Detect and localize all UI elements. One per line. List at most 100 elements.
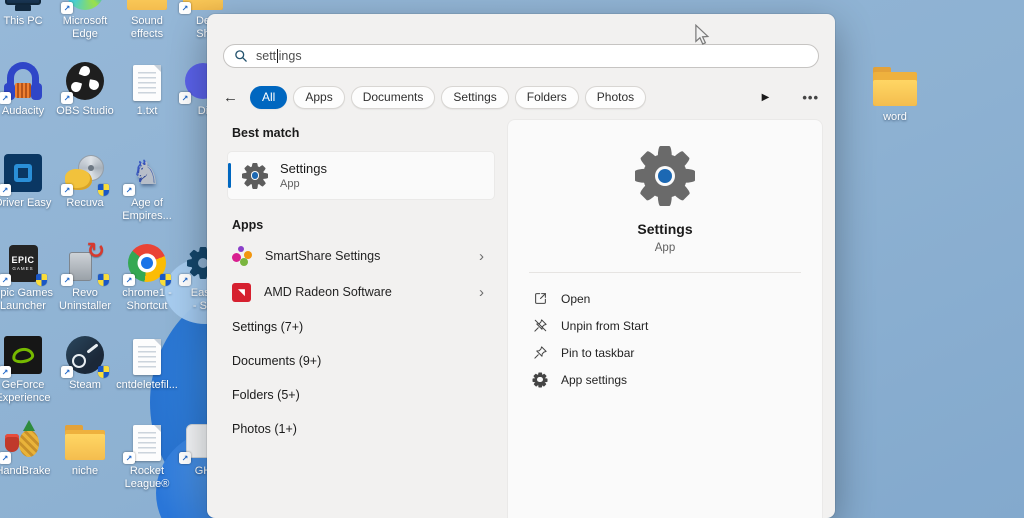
tab-settings[interactable]: Settings — [441, 85, 509, 109]
shortcut-arrow-icon: ↗ — [61, 2, 73, 14]
chevron-right-icon: › — [479, 247, 484, 265]
category-settings[interactable]: Settings (7+) — [228, 310, 494, 344]
more-options-icon[interactable]: ••• — [802, 90, 819, 105]
tab-photos[interactable]: Photos — [584, 85, 647, 109]
desktop-icon-handbrake[interactable]: ↗ HandBrake — [0, 420, 54, 478]
desktop-icon-label: Steam — [69, 379, 101, 391]
shortcut-arrow-icon: ↗ — [123, 184, 135, 196]
best-match-header: Best match — [232, 126, 300, 140]
desktop-icon-label: Recuva — [66, 197, 104, 209]
settings-gear-icon — [242, 162, 268, 189]
desktop-icon-recuva[interactable]: ↗ Recuva — [54, 152, 116, 210]
tab-apps[interactable]: Apps — [293, 85, 345, 109]
desktop-icon-niche[interactable]: niche — [54, 420, 116, 478]
result-amd-radeon[interactable]: ◥ AMD Radeon Software › — [228, 274, 494, 310]
shortcut-arrow-icon: ↗ — [61, 184, 73, 196]
action-app-settings[interactable]: App settings — [532, 366, 798, 393]
desktop-icon-word[interactable]: word — [864, 62, 926, 124]
unpin-icon — [532, 318, 548, 334]
age-of-empires-icon: ♞ — [133, 155, 161, 191]
desktop-icon-label: Age of Empires... — [122, 197, 172, 222]
start-search-window: sett ings ← All Apps Documents Settings F… — [207, 14, 835, 518]
pin-icon — [532, 345, 548, 361]
tab-all[interactable]: All — [250, 85, 288, 109]
desktop-icon-audacity[interactable]: ↗ Audacity — [0, 60, 54, 118]
search-results-panel: Best match Settings App Apps SmartShare … — [228, 126, 494, 446]
desktop-icon-driver-easy[interactable]: ↗ Driver Easy — [0, 152, 54, 210]
selection-accent-bar — [228, 163, 231, 188]
shortcut-arrow-icon: ↗ — [0, 184, 11, 196]
preview-subtitle: App — [654, 242, 676, 254]
shortcut-arrow-icon: ↗ — [0, 366, 11, 378]
desktop-icon-epic-games[interactable]: ↗ EPIC GAMES Epic Games Launcher — [0, 242, 54, 313]
expand-filters-icon[interactable]: ▶ — [762, 92, 770, 103]
desktop-icon-label: chrome1 - Shortcut — [122, 287, 172, 312]
action-pin-to-taskbar[interactable]: Pin to taskbar — [532, 339, 798, 366]
category-photos[interactable]: Photos (1+) — [228, 412, 494, 446]
settings-gear-icon-large — [635, 146, 695, 206]
desktop-icon-label: Epic Games Launcher — [0, 287, 53, 312]
text-document-icon — [133, 64, 161, 101]
desktop-icon-label: word — [883, 111, 907, 123]
shortcut-arrow-icon: ↗ — [61, 366, 73, 378]
uac-shield-icon — [98, 274, 109, 286]
shortcut-arrow-icon: ↗ — [61, 92, 73, 104]
best-match-title: Settings — [280, 161, 327, 176]
desktop-icon-label: GeForce Experience — [0, 379, 51, 404]
folder-icon — [873, 67, 917, 106]
back-arrow-icon[interactable]: ← — [223, 90, 238, 105]
uac-shield-icon — [98, 366, 109, 378]
desktop-icon-revo[interactable]: ↗ ↻ Revo Uninstaller — [54, 238, 116, 313]
document-icon — [133, 424, 161, 461]
desktop-icon-rocket-league[interactable]: ↗ Rocket League® — [116, 420, 178, 491]
shortcut-arrow-icon: ↗ — [0, 274, 11, 286]
desktop-icon-1txt[interactable]: 1.txt — [116, 60, 178, 118]
result-smartshare-settings[interactable]: SmartShare Settings › — [228, 238, 494, 274]
desktop-icon-label: HandBrake — [0, 465, 51, 477]
folder-icon — [65, 425, 105, 460]
uac-shield-icon — [160, 274, 171, 286]
action-unpin-from-start[interactable]: Unpin from Start — [532, 312, 798, 339]
smartshare-icon — [232, 246, 252, 266]
folder-icon — [127, 0, 167, 10]
app-settings-gear-icon — [532, 372, 548, 388]
desktop-icon-label: Sound effects — [130, 15, 164, 40]
divider — [529, 272, 801, 273]
desktop-icon-age-of-empires[interactable]: ↗ ♞ Age of Empires... — [116, 152, 178, 223]
action-open[interactable]: Open — [532, 285, 798, 312]
desktop-icon-label: Microsoft Edge — [62, 15, 108, 40]
desktop-icon-chrome1[interactable]: ↗ chrome1 - Shortcut — [116, 242, 178, 313]
desktop-icon-label: Driver Easy — [0, 197, 52, 209]
desktop-icon-edge[interactable]: ↗ Microsoft Edge — [54, 0, 116, 41]
desktop-icon-label: Audacity — [1, 105, 45, 117]
text-document-icon — [133, 338, 161, 375]
result-preview-panel: Settings App Open Unpin from Start Pin t… — [508, 120, 822, 518]
category-documents[interactable]: Documents (9+) — [228, 344, 494, 378]
open-icon — [532, 291, 548, 307]
desktop-icon-steam[interactable]: ↗ Steam — [54, 334, 116, 392]
search-input[interactable]: sett ings — [223, 44, 819, 68]
desktop-icon-label: This PC — [3, 15, 43, 27]
desktop-icon-sound-effects[interactable]: Sound effects — [116, 0, 178, 41]
shortcut-arrow-icon: ↗ — [61, 274, 73, 286]
desktop-icon-this-pc[interactable]: This PC — [0, 0, 54, 28]
desktop-icon-label: Revo Uninstaller — [59, 287, 111, 312]
desktop-icon-cntdeletefil[interactable]: cntdeletefil... — [116, 334, 178, 392]
shortcut-arrow-icon: ↗ — [179, 92, 191, 104]
shortcut-arrow-icon: ↗ — [179, 2, 191, 14]
desktop: This PC ↗ Audacity ↗ Driver Easy ↗ EPIC … — [0, 0, 1024, 518]
search-icon — [235, 50, 247, 62]
category-folders[interactable]: Folders (5+) — [228, 378, 494, 412]
desktop-icon-geforce[interactable]: ↗ GeForce Experience — [0, 334, 54, 405]
best-match-subtitle: App — [280, 178, 300, 190]
desktop-icon-obs[interactable]: ↗ OBS Studio — [54, 60, 116, 118]
desktop-icon-label: OBS Studio — [56, 105, 114, 117]
best-match-result[interactable]: Settings App — [228, 152, 494, 199]
desktop-icon-label: Rocket League® — [124, 465, 170, 490]
epic-games-icon: EPIC GAMES — [8, 244, 38, 282]
apps-header: Apps — [232, 218, 264, 232]
tab-folders[interactable]: Folders — [514, 85, 579, 109]
shortcut-arrow-icon: ↗ — [179, 274, 191, 286]
shortcut-arrow-icon: ↗ — [0, 452, 11, 464]
tab-documents[interactable]: Documents — [350, 85, 436, 109]
